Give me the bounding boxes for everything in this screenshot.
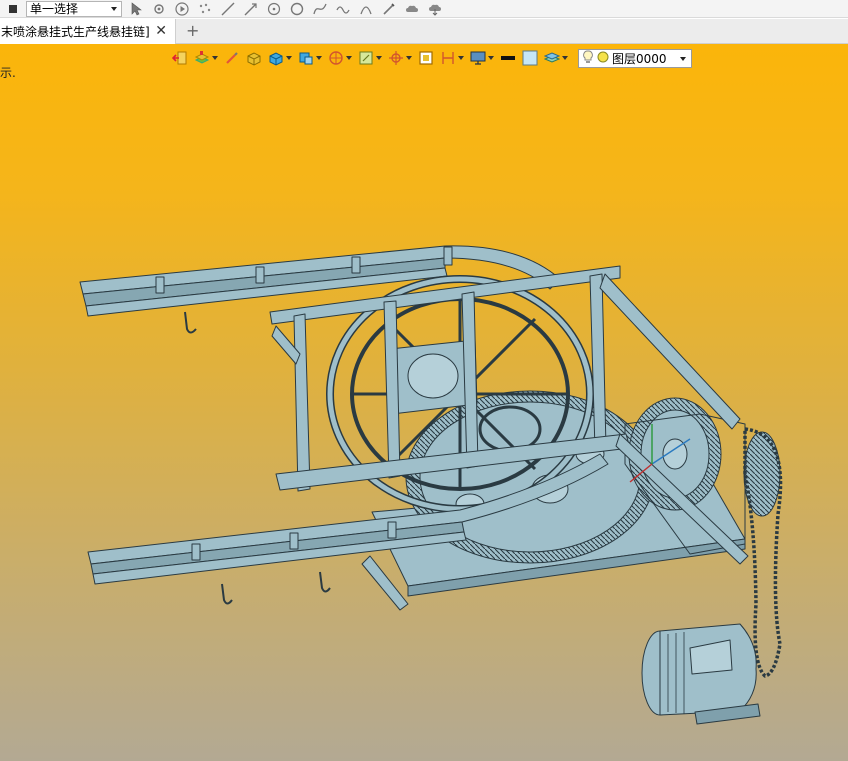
cloud-download-icon[interactable] <box>427 1 443 17</box>
pen-icon[interactable] <box>381 1 397 17</box>
arc-icon[interactable] <box>358 1 374 17</box>
selection-mode-select[interactable]: 单一选择 <box>26 0 122 17</box>
3d-viewport[interactable]: 示. 图层0000 <box>0 44 848 761</box>
play-icon[interactable] <box>174 1 190 17</box>
scatter-points-icon[interactable] <box>197 1 213 17</box>
conveyor-drive-model[interactable] <box>0 44 848 761</box>
hanger-hook <box>184 311 197 334</box>
line-arrow-icon[interactable] <box>243 1 259 17</box>
select-arrow-icon[interactable] <box>128 1 144 17</box>
wave-icon[interactable] <box>335 1 351 17</box>
top-toolbar: 单一选择 <box>0 0 848 18</box>
electric-motor <box>641 623 761 725</box>
circle-point-icon[interactable] <box>266 1 282 17</box>
close-icon[interactable]: ✕ <box>155 23 167 39</box>
line-icon[interactable] <box>220 1 236 17</box>
pick-point-icon[interactable] <box>151 1 167 17</box>
document-tab-bar: 末喷涂悬挂式生产线悬挂链] ✕ + <box>0 19 848 44</box>
sketch-tools <box>128 1 443 17</box>
circle-icon[interactable] <box>289 1 305 17</box>
selection-mode-label: 单一选择 <box>30 2 79 16</box>
chain-sprocket <box>743 431 781 517</box>
cloud-icon[interactable] <box>404 1 420 17</box>
add-tab-button[interactable]: + <box>186 22 199 40</box>
stop-icon[interactable] <box>6 2 20 16</box>
spline-icon[interactable] <box>312 1 328 17</box>
hanger-hook-front <box>221 583 233 605</box>
tab-document-title: 末喷涂悬挂式生产线悬挂链] <box>1 25 150 39</box>
chevron-down-icon <box>111 6 117 11</box>
tab-document[interactable]: 末喷涂悬挂式生产线悬挂链] ✕ <box>0 19 176 44</box>
